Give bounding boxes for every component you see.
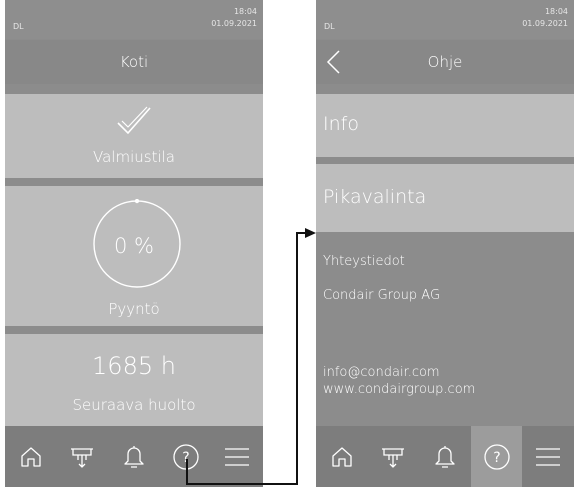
connector-arrow: [186, 228, 316, 485]
